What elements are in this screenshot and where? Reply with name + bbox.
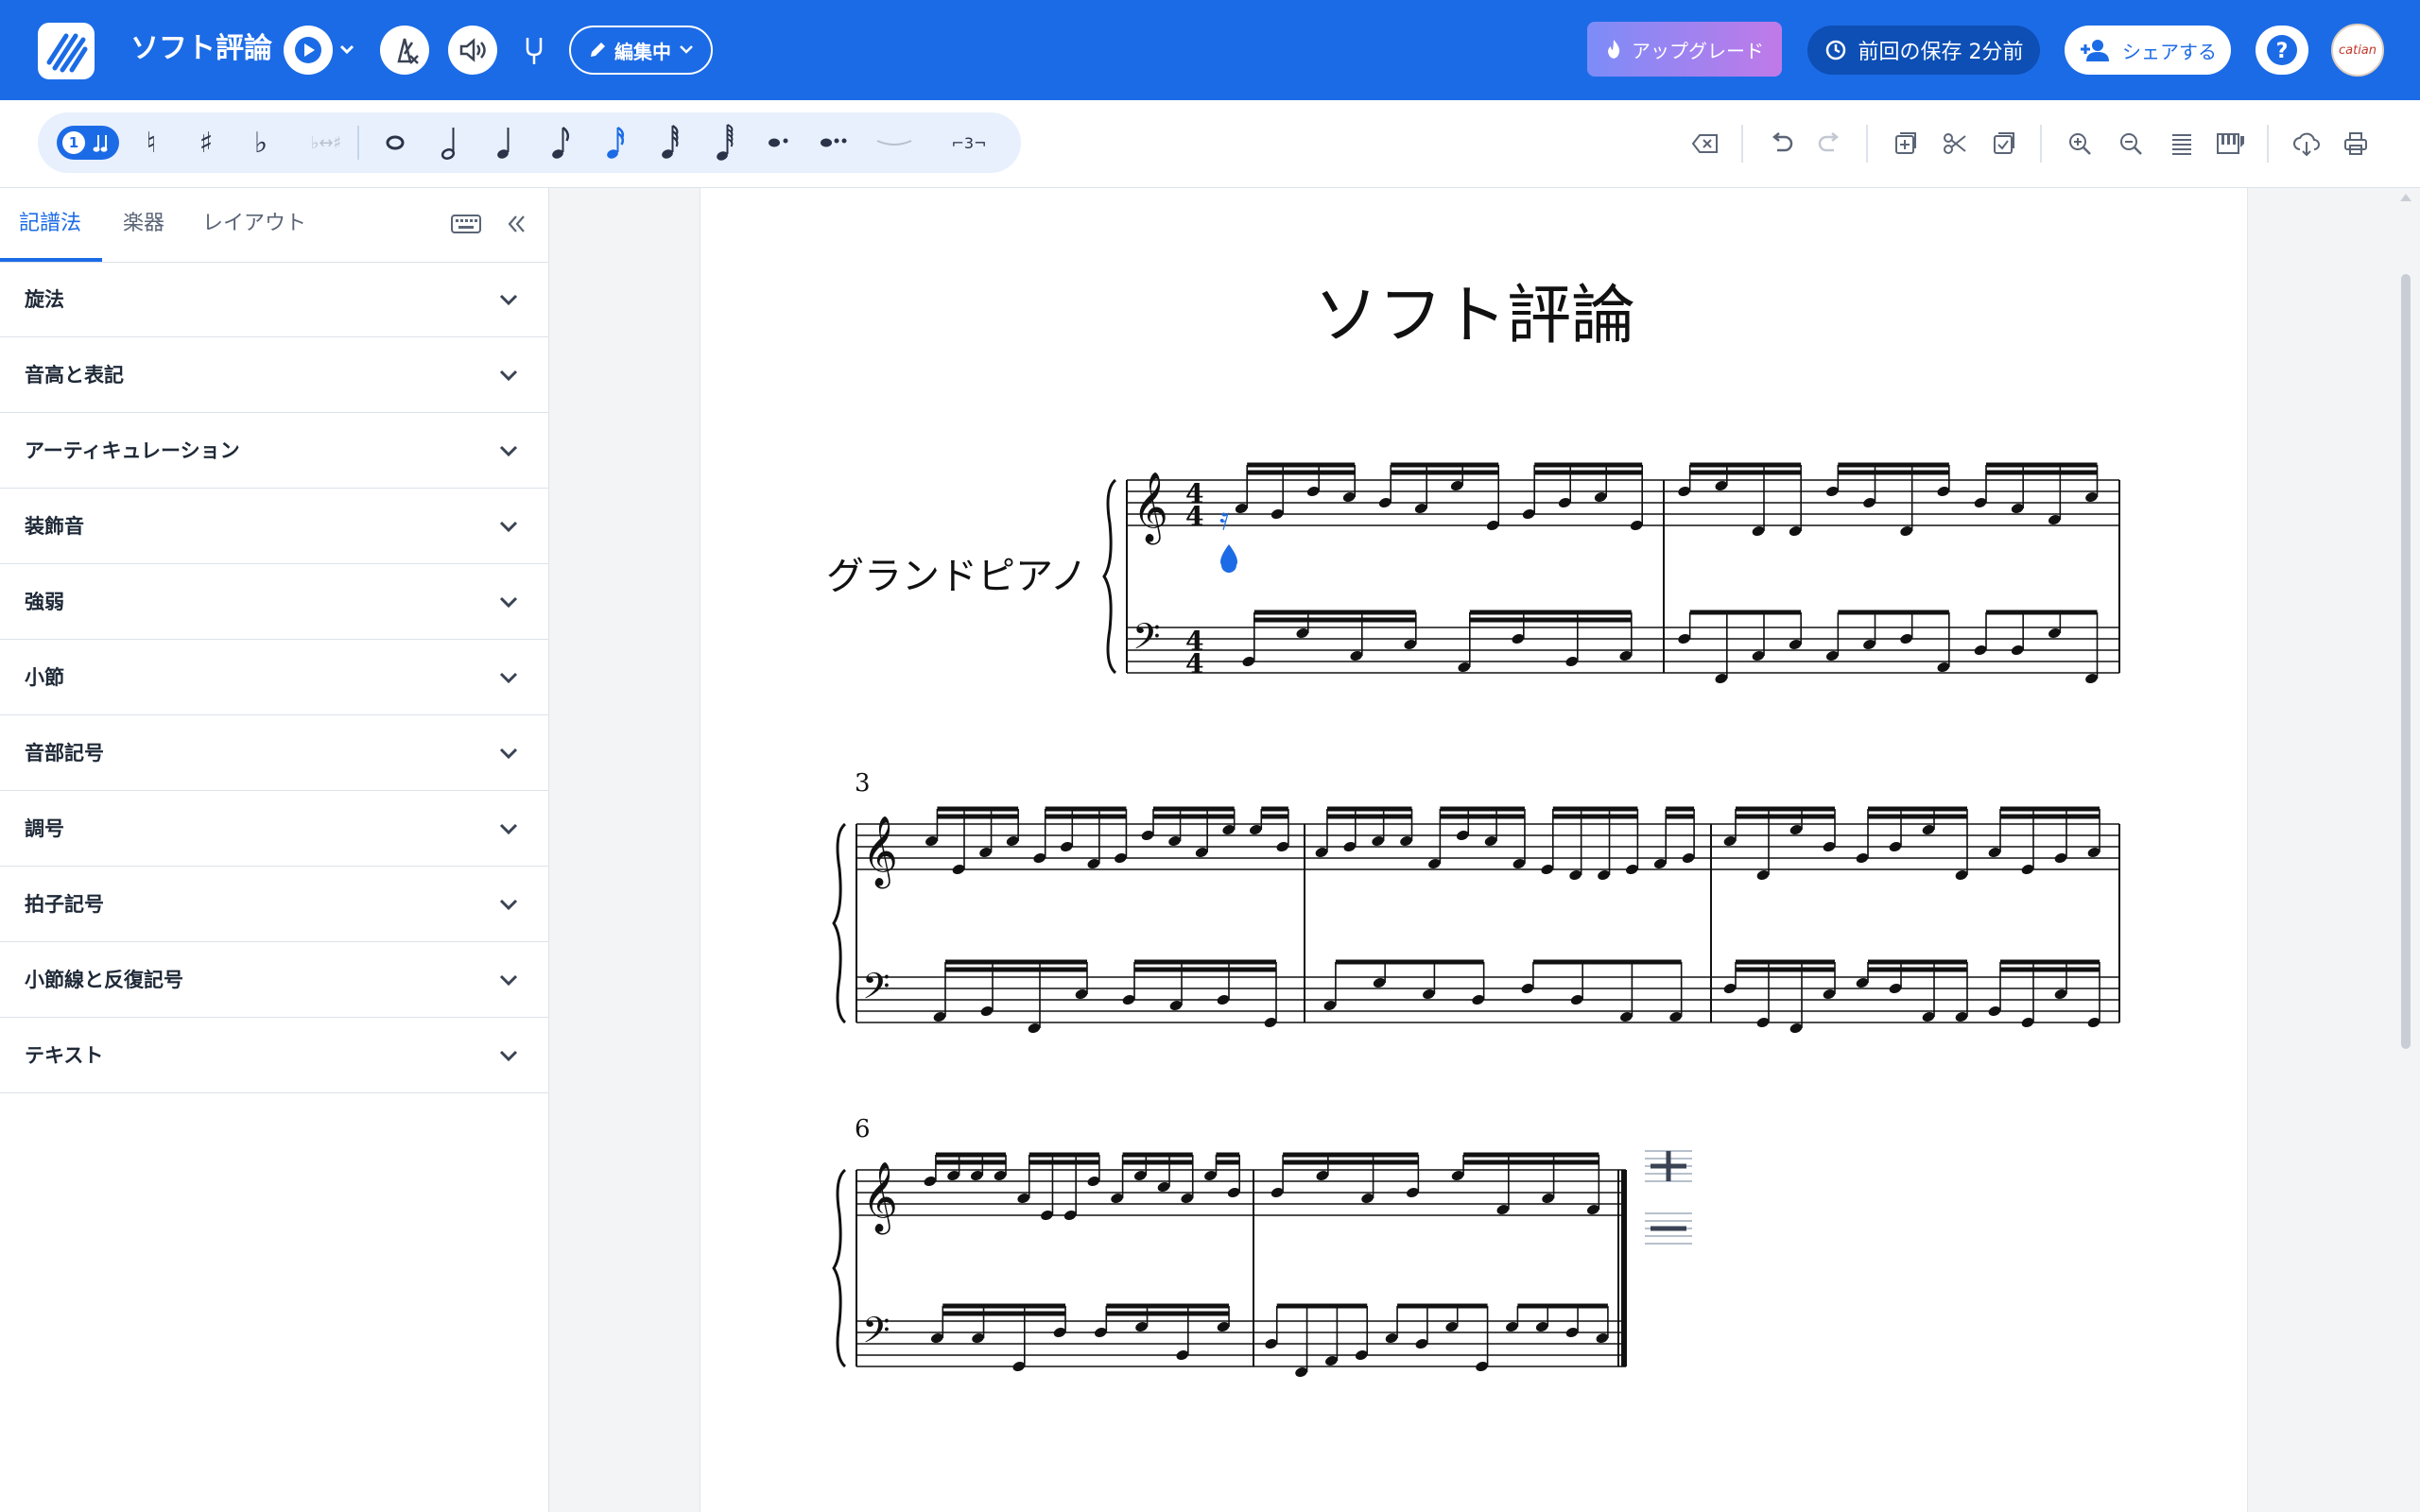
treble-clef: 𝄞 bbox=[862, 1162, 898, 1235]
system-brace bbox=[1102, 478, 1117, 675]
input-caret bbox=[1220, 544, 1237, 573]
scroll-up-icon[interactable] bbox=[2399, 193, 2412, 202]
remove-measure-inline-button[interactable] bbox=[1643, 1208, 1694, 1246]
treble-clef: 𝄞 bbox=[1132, 472, 1168, 545]
minus-icon bbox=[1645, 1212, 1692, 1245]
bass-clef: 𝄢 bbox=[862, 1309, 890, 1360]
music-notation[interactable]: 𝄞𝄢4444𝄞𝄢𝄞𝄢𝄿 bbox=[0, 0, 2420, 1512]
add-measure-inline-button[interactable] bbox=[1643, 1145, 1694, 1183]
bass-clef: 𝄢 bbox=[862, 965, 890, 1016]
time-signature-bottom: 4 bbox=[1185, 501, 1203, 532]
treble-clef: 𝄞 bbox=[862, 816, 898, 889]
system-brace bbox=[832, 822, 847, 1024]
vertical-scrollbar[interactable] bbox=[2401, 274, 2411, 1049]
plus-icon bbox=[1645, 1150, 1692, 1182]
selected-rest: 𝄿 bbox=[1219, 500, 1229, 538]
bass-clef: 𝄢 bbox=[1132, 615, 1161, 666]
time-signature-bottom: 4 bbox=[1185, 648, 1203, 679]
system-brace bbox=[832, 1168, 847, 1368]
